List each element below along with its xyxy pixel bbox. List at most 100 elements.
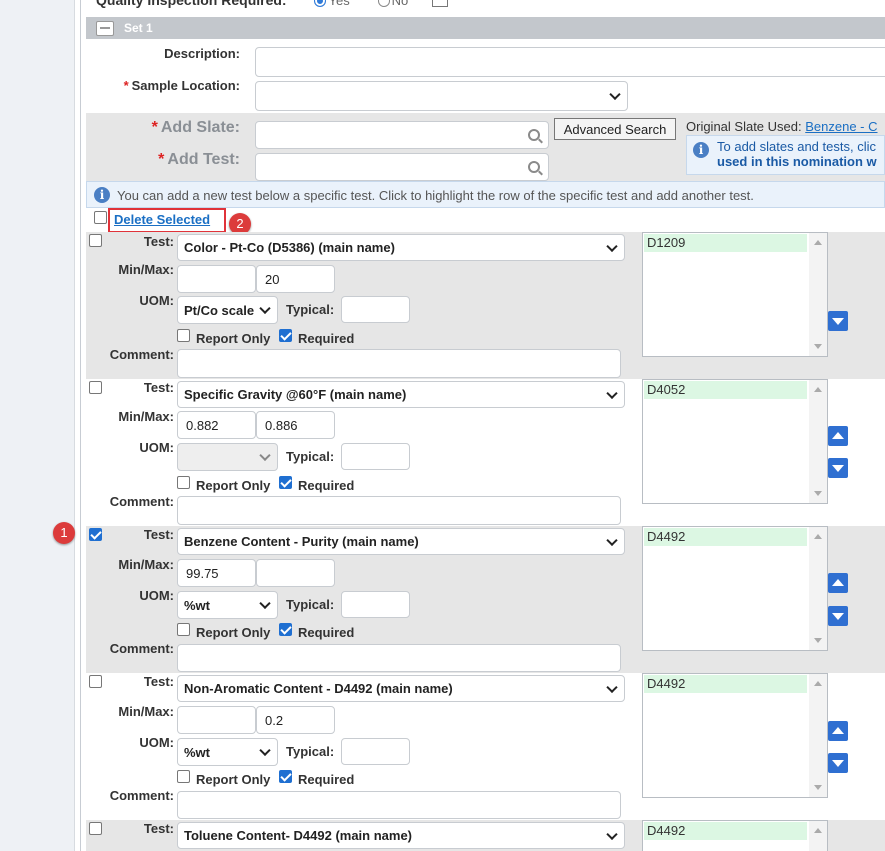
sample-location-select[interactable] [255,81,628,111]
test-row[interactable]: Test: Specific Gravity @60°F (main name)… [86,379,885,526]
comment-input[interactable] [177,791,621,819]
test-select[interactable]: Color - Pt-Co (D5386) (main name) [177,234,625,261]
test-select[interactable]: Specific Gravity @60°F (main name) [177,381,625,408]
left-rail [0,0,75,851]
minmax-label: Min/Max: [118,704,174,719]
typical-input[interactable] [341,591,410,618]
method-list[interactable]: D4052 [642,379,828,504]
scroll-down-icon[interactable] [814,638,822,643]
max-input[interactable] [256,559,335,587]
max-input[interactable]: 0.886 [256,411,335,439]
report-only-checkbox[interactable] [177,623,190,636]
required-checkbox[interactable] [279,623,292,636]
uom-select[interactable]: %wt [177,591,278,619]
required-checkbox[interactable] [279,329,292,342]
rail-divider [80,0,81,851]
method-scrollbar[interactable] [809,821,827,851]
min-input[interactable] [177,265,256,293]
max-input[interactable]: 0.2 [256,706,335,734]
slate-info-line2: used in this nomination w [717,154,877,169]
required-checkbox[interactable] [279,476,292,489]
scroll-up-icon[interactable] [814,240,822,245]
set-header: Set 1 [86,17,885,39]
move-down-button[interactable] [828,606,848,626]
scroll-down-icon[interactable] [814,785,822,790]
scroll-down-icon[interactable] [814,491,822,496]
quality-inspection-label: Quality Inspection Required: [96,0,287,8]
comment-input[interactable] [177,349,621,378]
min-input[interactable] [177,706,256,734]
test-row[interactable]: Test: Color - Pt-Co (D5386) (main name) … [86,232,885,379]
method-item[interactable]: D1209 [644,234,807,252]
min-input[interactable]: 99.75 [177,559,256,587]
comment-input[interactable] [177,496,621,525]
method-list[interactable]: D4492 [642,526,828,651]
move-up-button[interactable] [828,426,848,446]
scroll-down-icon[interactable] [814,344,822,349]
typical-input[interactable] [341,443,410,470]
method-list[interactable]: D4492 [642,820,828,851]
report-only-checkbox[interactable] [177,329,190,342]
scroll-up-icon[interactable] [814,681,822,686]
method-scrollbar[interactable] [809,233,827,356]
uom-select[interactable] [177,443,278,471]
scroll-up-icon[interactable] [814,828,822,833]
test-select[interactable]: Toluene Content- D4492 (main name) [177,822,625,849]
test-row[interactable]: Test: Non-Aromatic Content - D4492 (main… [86,673,885,820]
select-all-checkbox[interactable] [94,211,107,224]
method-list[interactable]: D4492 [642,673,828,798]
required-label: Required [298,331,355,346]
comment-label: Comment: [109,347,174,362]
comment-input[interactable] [177,644,621,672]
search-icon [528,129,540,141]
scroll-up-icon[interactable] [814,387,822,392]
method-scrollbar[interactable] [809,380,827,503]
test-select[interactable]: Benzene Content - Purity (main name) [177,528,625,555]
copy-icon[interactable] [432,0,449,8]
move-down-button[interactable] [828,753,848,773]
original-slate-link[interactable]: Benzene - C [805,119,877,134]
method-item[interactable]: D4492 [644,528,807,546]
test-label: Test: [143,527,174,542]
no-radio[interactable] [377,0,390,8]
report-only-label: Report Only [196,331,271,346]
required-checkbox[interactable] [279,770,292,783]
scroll-up-icon[interactable] [814,534,822,539]
method-item[interactable]: D4492 [644,675,807,693]
move-up-button[interactable] [828,573,848,593]
nomination-form: Quality Inspection Required: Yes No Set … [86,0,885,851]
method-scrollbar[interactable] [809,527,827,650]
test-row[interactable]: Test: Toluene Content- D4492 (main name)… [86,820,885,851]
uom-select[interactable]: %wt [177,738,278,766]
method-item[interactable]: D4492 [644,822,807,840]
advanced-search-button[interactable]: Advanced Search [554,118,676,140]
add-slate-label: * Add Slate: [151,119,240,136]
method-list[interactable]: D1209 [642,232,828,357]
report-only-label: Report Only [196,625,271,640]
yes-radio[interactable] [314,0,327,8]
add-test-info: i You can add a new test below a specifi… [86,181,885,208]
add-slate-input[interactable] [255,121,549,149]
move-down-button[interactable] [828,311,848,331]
delete-selected-link[interactable]: Delete Selected [114,212,210,227]
report-only-checkbox[interactable] [177,476,190,489]
uom-select[interactable]: Pt/Co scale [177,296,278,324]
method-item[interactable]: D4052 [644,381,807,399]
collapse-icon[interactable] [96,21,114,36]
typical-input[interactable] [341,296,410,323]
no-label: No [391,0,409,8]
description-input[interactable] [255,47,885,77]
max-input[interactable]: 20 [256,265,335,293]
report-only-checkbox[interactable] [177,770,190,783]
comment-label: Comment: [109,788,174,803]
test-select[interactable]: Non-Aromatic Content - D4492 (main name) [177,675,625,702]
minmax-label: Min/Max: [118,557,174,572]
move-down-button[interactable] [828,458,848,478]
min-input[interactable]: 0.882 [177,411,256,439]
move-up-button[interactable] [828,721,848,741]
typical-input[interactable] [341,738,410,765]
test-row[interactable]: Test: Benzene Content - Purity (main nam… [86,526,885,673]
add-test-input[interactable] [255,153,549,181]
quality-inspection-row: Quality Inspection Required: Yes No [96,0,449,8]
method-scrollbar[interactable] [809,674,827,797]
